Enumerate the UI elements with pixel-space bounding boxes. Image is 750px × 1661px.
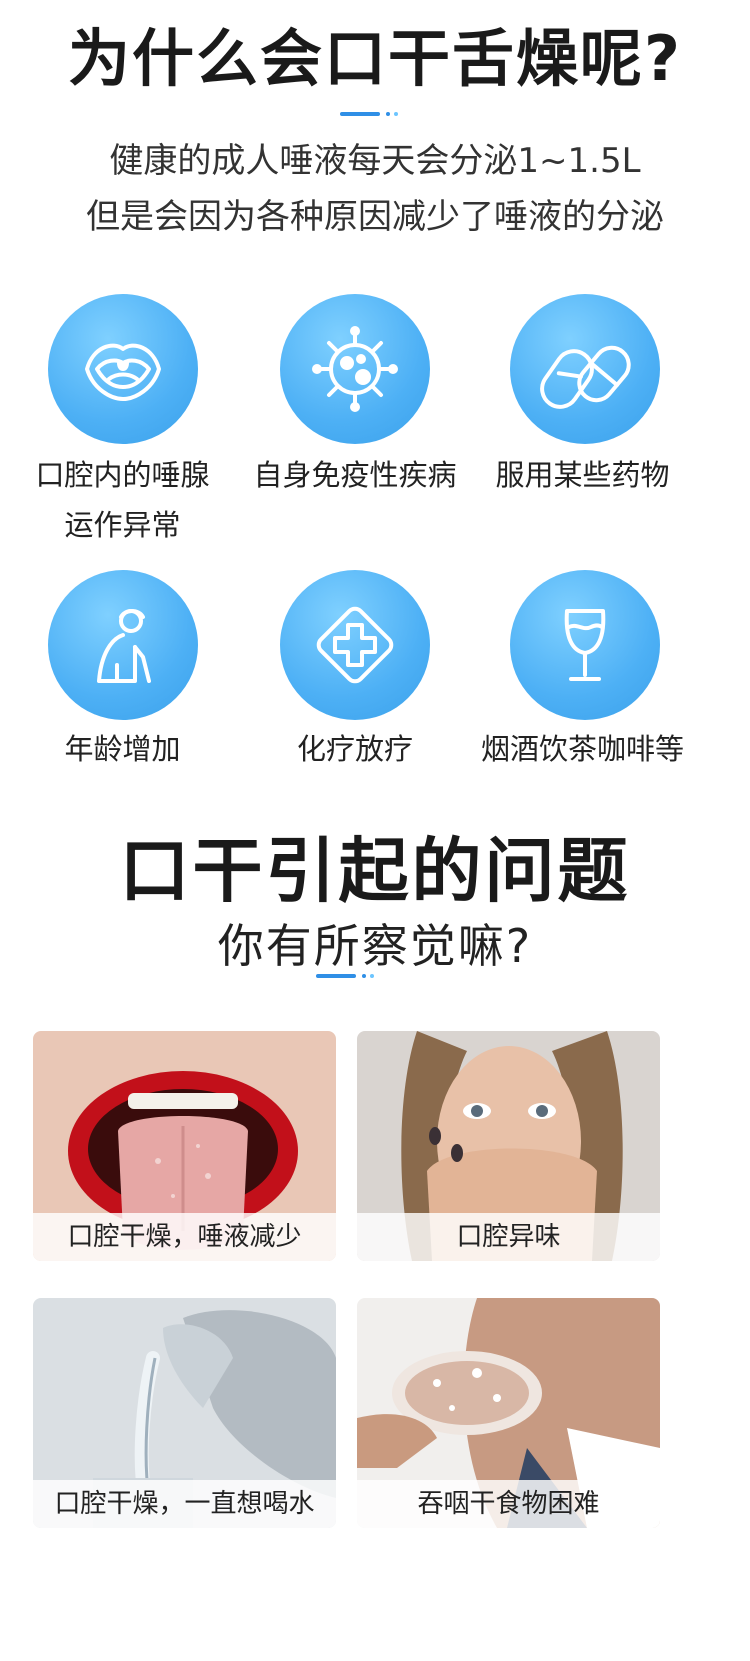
problem-card: 吞咽干食物困难 (357, 1298, 660, 1528)
cause-label: 烟酒饮茶咖啡等 (480, 732, 684, 766)
card-caption: 口腔异味 (357, 1213, 660, 1261)
section-subtitle: 你有所察觉嘛? (217, 919, 533, 973)
section-title: 口干引起的问题 (119, 830, 631, 912)
card-caption: 口腔干燥，一直想喝水 (33, 1480, 336, 1528)
medical-cross-icon (280, 570, 430, 720)
problem-card: 口腔干燥，一直想喝水 (33, 1298, 336, 1528)
cause-label: 年龄增加 (64, 732, 181, 766)
card-caption: 口腔干燥，唾液减少 (33, 1213, 336, 1261)
cause-label: 化疗放疗 (296, 732, 413, 766)
pills-icon (510, 294, 660, 444)
intro-line-2: 但是会因为各种原因减少了唾液的分泌 (86, 197, 664, 237)
cause-label: 口腔内的唾腺 运作异常 (35, 458, 210, 542)
card-caption: 吞咽干食物困难 (357, 1480, 660, 1528)
section-divider (0, 972, 750, 980)
cause-label: 自身免疫性疾病 (253, 458, 457, 492)
page-title: 为什么会口干舌燥呢? (68, 22, 682, 95)
section-divider (0, 110, 750, 118)
cause-label: 服用某些药物 (495, 458, 670, 492)
problem-card: 口腔异味 (357, 1031, 660, 1261)
mouth-throat-icon (48, 294, 198, 444)
elderly-person-icon (48, 570, 198, 720)
virus-icon (280, 294, 430, 444)
wine-glass-icon (510, 570, 660, 720)
intro-line-1: 健康的成人唾液每天会分泌1~1.5L (109, 141, 641, 181)
problem-card: 口腔干燥，唾液减少 (33, 1031, 336, 1261)
